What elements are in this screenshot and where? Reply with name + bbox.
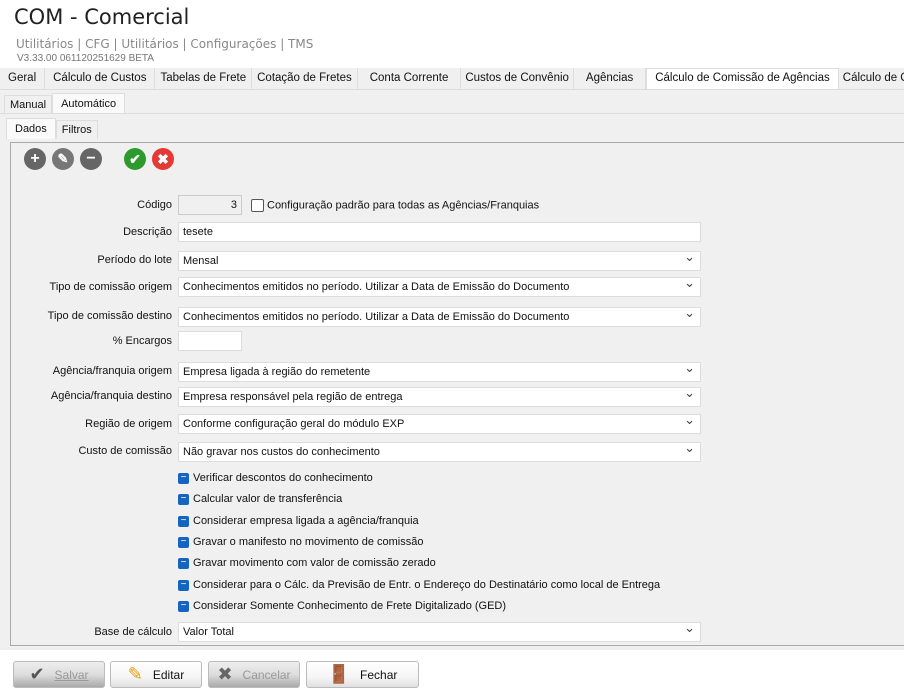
checkbox-indeterminate-icon: −: [178, 472, 189, 484]
tab-conta-corrente[interactable]: Conta Corrente: [358, 68, 462, 89]
custo-label: Custo de comissão: [78, 445, 172, 457]
check-label: Considerar para o Cálc. da Previsão de E…: [193, 579, 661, 591]
tab-dados[interactable]: Dados: [6, 118, 56, 139]
checkbox-indeterminate-icon: −: [178, 536, 189, 548]
tab-calculo-comissao[interactable]: Cálculo de Comissão: [839, 68, 904, 89]
periodo-select[interactable]: Mensal: [178, 248, 701, 271]
check-valor-zerado[interactable]: − Gravar movimento com valor de comissão …: [178, 557, 436, 570]
base-label: Base de cálculo: [94, 626, 172, 638]
check-previsao-entrega[interactable]: − Considerar para o Cálc. da Previsão de …: [178, 579, 660, 592]
check-calcular-transferencia[interactable]: − Calcular valor de transferência: [178, 493, 342, 506]
remove-icon[interactable]: −: [80, 148, 102, 170]
ag-origem-label: Agência/franquia origem: [52, 365, 172, 377]
check-label: Considerar empresa ligada a agência/fran…: [193, 515, 419, 527]
confirm-check-icon[interactable]: ✔: [124, 148, 146, 170]
descricao-label: Descrição: [123, 226, 172, 238]
fechar-label: Fechar: [360, 667, 398, 682]
regiao-select[interactable]: Conforme configuração geral do módulo EX…: [178, 411, 701, 434]
exit-door-icon: 🚪: [327, 664, 351, 684]
fechar-button[interactable]: 🚪 Fechar: [306, 661, 419, 688]
encargos-label: % Encargos: [112, 335, 172, 347]
tipo-origem-select[interactable]: Conhecimentos emitidos no período. Utili…: [178, 274, 701, 297]
tab-automatico[interactable]: Automático: [52, 93, 126, 114]
checkbox-empty-icon: [251, 199, 264, 212]
tab-cotacao-fretes[interactable]: Cotação de Fretes: [252, 68, 358, 89]
check-ged[interactable]: − Considerar Somente Conhecimento de Fret…: [178, 600, 506, 613]
custo-select[interactable]: Não gravar nos custos do conhecimento: [178, 439, 701, 462]
padrao-checkbox[interactable]: Configuração padrão para todas as Agênci…: [251, 199, 539, 212]
periodo-label: Período do lote: [97, 254, 172, 266]
check-gravar-manifesto[interactable]: − Gravar o manifesto no movimento de comi…: [178, 536, 424, 549]
checkbox-indeterminate-icon: −: [178, 579, 189, 591]
tab-agencias[interactable]: Agências: [574, 68, 647, 89]
tab-manual[interactable]: Manual: [4, 95, 53, 114]
codigo-field: 3: [178, 195, 242, 215]
padrao-label: Configuração padrão para todas as Agênci…: [267, 199, 540, 212]
salvar-label: Salvar: [54, 667, 89, 682]
base-select[interactable]: Valor Total: [178, 619, 701, 642]
tab-filtros[interactable]: Filtros: [55, 120, 98, 139]
tab-tabelas-frete[interactable]: Tabelas de Frete: [155, 68, 253, 89]
tab-custos-convenio[interactable]: Custos de Convênio: [461, 68, 574, 89]
cancel-x-icon[interactable]: ✖: [152, 148, 174, 170]
checkbox-indeterminate-icon: −: [178, 493, 189, 505]
ag-destino-label: Agência/franquia destino: [50, 390, 172, 402]
check-label: Calcular valor de transferência: [193, 493, 343, 505]
app-title: COM - Comercial: [14, 5, 190, 29]
checkbox-indeterminate-icon: −: [178, 600, 189, 612]
pencil-icon: ✎: [127, 664, 143, 684]
add-icon[interactable]: +: [24, 148, 46, 170]
breadcrumb: Utilitários | CFG | Utilitários | Config…: [16, 37, 314, 51]
check-empresa-ligada[interactable]: − Considerar empresa ligada a agência/fra…: [178, 515, 419, 528]
check-label: Considerar Somente Conhecimento de Frete…: [193, 600, 507, 612]
check-label: Gravar movimento com valor de comissão z…: [193, 557, 436, 569]
tipo-origem-label: Tipo de comissão origem: [49, 281, 172, 293]
editar-label: Editar: [152, 667, 185, 682]
descricao-input[interactable]: tesete: [178, 222, 701, 242]
check-label: Gravar o manifesto no movimento de comis…: [193, 536, 424, 548]
x-icon: ✖: [217, 664, 233, 684]
main-tabs: Geral Cálculo de Custos Tabelas de Frete…: [0, 68, 904, 90]
edit-pencil-icon[interactable]: ✎: [52, 148, 74, 170]
tipo-destino-select[interactable]: Conhecimentos emitidos no período. Utili…: [178, 304, 701, 327]
cancelar-label: Cancelar: [242, 667, 291, 682]
ag-origem-select[interactable]: Empresa ligada à região do remetente: [178, 359, 701, 382]
check-label: Verificar descontos do conhecimento: [193, 472, 373, 484]
codigo-label: Código: [137, 199, 172, 211]
check-verificar-descontos[interactable]: − Verificar descontos do conhecimento: [178, 472, 373, 485]
checkbox-indeterminate-icon: −: [178, 557, 189, 569]
editar-button[interactable]: ✎ Editar: [110, 661, 202, 688]
ag-destino-select[interactable]: Empresa responsável pela região de entre…: [178, 384, 701, 407]
tipo-destino-label: Tipo de comissão destino: [47, 310, 172, 322]
tab-calculo-custos[interactable]: Cálculo de Custos: [45, 68, 156, 89]
check-icon: ✔: [29, 664, 45, 684]
tab-calculo-comissao-agencias[interactable]: Cálculo de Comissão de Agências: [646, 68, 839, 89]
tab-geral[interactable]: Geral: [0, 68, 46, 89]
version-label: V3.33.00 061120251629 BETA: [17, 53, 154, 64]
regiao-label: Região de origem: [85, 418, 172, 430]
checkbox-indeterminate-icon: −: [178, 515, 189, 527]
encargos-input[interactable]: [178, 331, 242, 351]
cancelar-button[interactable]: ✖ Cancelar: [208, 661, 300, 688]
salvar-button[interactable]: ✔ Salvar: [13, 661, 105, 688]
